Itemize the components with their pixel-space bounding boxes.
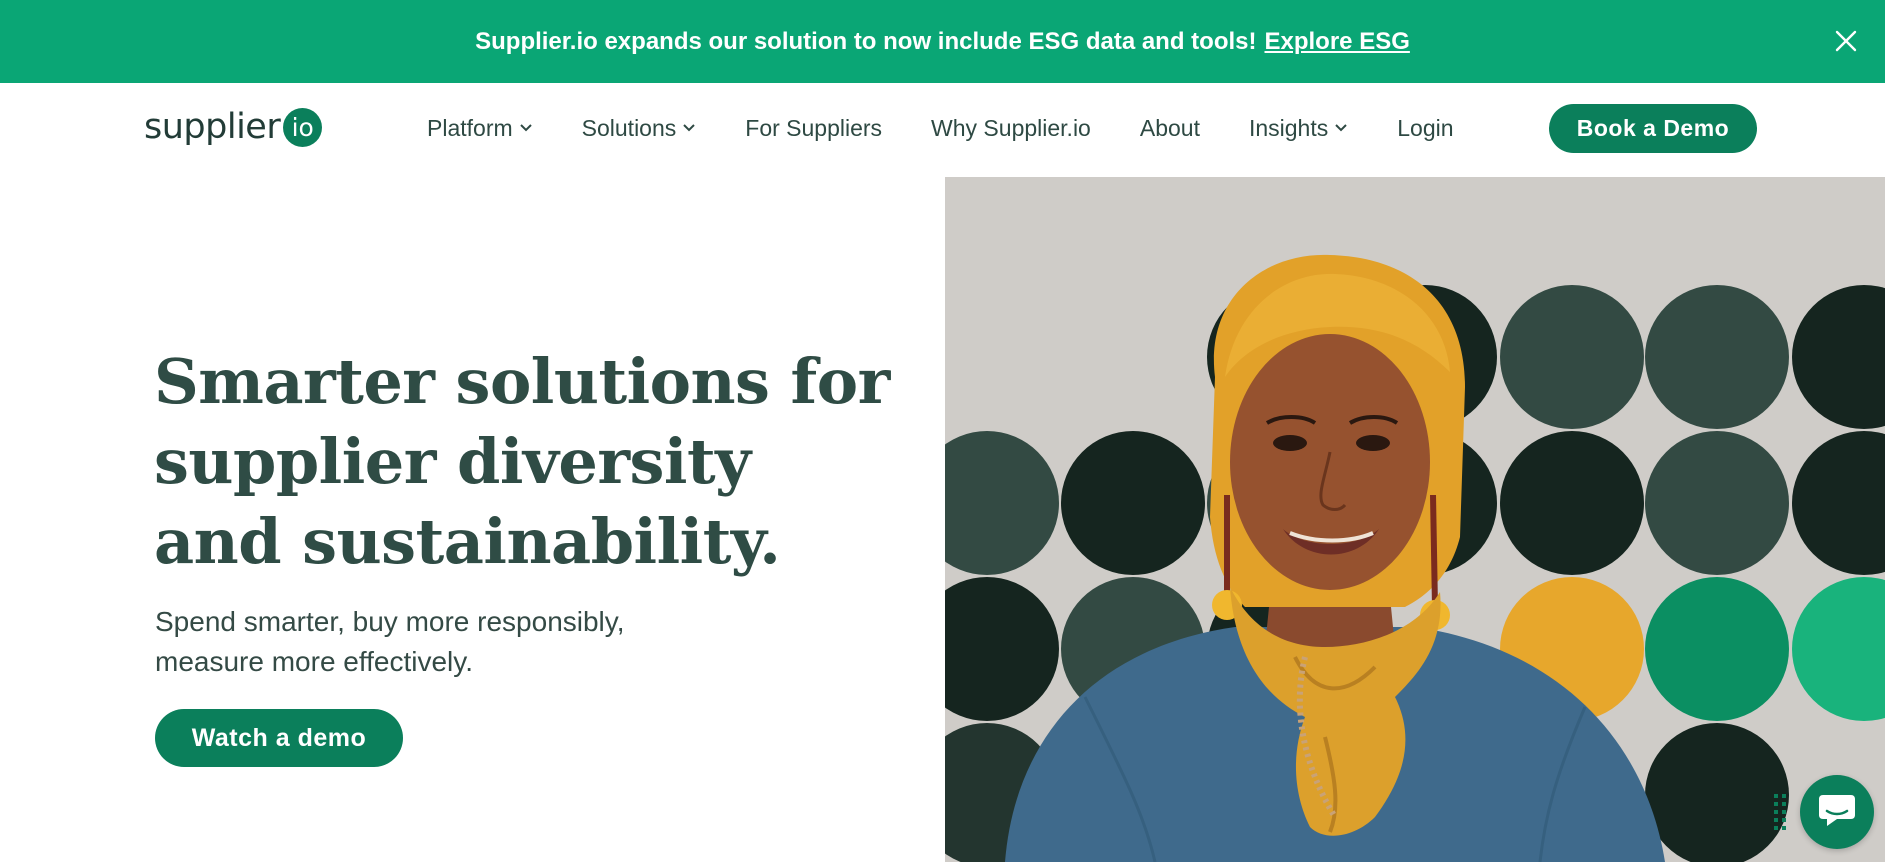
nav-item-insights[interactable]: Insights [1249, 115, 1348, 142]
close-icon[interactable] [1829, 24, 1863, 58]
hero-title-line: supplier diversity [154, 425, 751, 498]
hero-subtitle-line: Spend smarter, buy more responsibly, [155, 606, 625, 637]
main-nav: Platform Solutions For Suppliers Why Sup… [427, 103, 1503, 153]
nav-label: Insights [1248, 114, 1329, 141]
chat-bubble-icon [1817, 791, 1857, 834]
nav-item-why-supplier-io[interactable]: Why Supplier.io [931, 115, 1091, 142]
nav-item-solutions[interactable]: Solutions [582, 115, 697, 142]
chevron-down-icon [682, 123, 696, 133]
hero-title-line: Smarter solutions for [154, 345, 890, 418]
watch-a-demo-button[interactable]: Watch a demo [155, 709, 403, 767]
supplier-io-logo[interactable]: supplier io [144, 105, 323, 149]
book-a-demo-button[interactable]: Book a Demo [1549, 104, 1757, 153]
nav-item-platform[interactable]: Platform [427, 115, 533, 142]
nav-item-about[interactable]: About [1140, 115, 1200, 142]
hero-image [945, 177, 1885, 862]
page: Supplier.io expands our solution to now … [0, 0, 1885, 862]
nav-label: About [1139, 114, 1200, 141]
nav-item-login[interactable]: Login [1397, 115, 1453, 142]
chat-launcher-button[interactable] [1800, 775, 1874, 849]
nav-label: Solutions [581, 114, 677, 141]
logo-badge: io [283, 107, 323, 147]
nav-label: Login [1397, 114, 1454, 141]
hero-title-line: and sustainability. [154, 505, 781, 578]
nav-label: Platform [427, 114, 513, 141]
announcement-banner: Supplier.io expands our solution to now … [0, 0, 1885, 83]
hero-subtitle: Spend smarter, buy more responsibly, mea… [155, 602, 715, 682]
hero-title: Smarter solutions for supplier diversity… [154, 342, 914, 582]
nav-label: Why Supplier.io [931, 114, 1091, 141]
explore-esg-link[interactable]: Explore ESG [1265, 28, 1410, 56]
chat-drag-handle[interactable] [1772, 792, 1788, 832]
banner-message: Supplier.io expands our solution to now … [475, 27, 1257, 55]
hero-subtitle-line: measure more effectively. [155, 646, 473, 677]
chevron-down-icon [519, 123, 533, 133]
nav-label: For Suppliers [745, 114, 883, 141]
person-portrait-illustration [1005, 254, 1665, 862]
site-header: supplier io Platform Solutions For Suppl… [0, 83, 1885, 177]
nav-item-for-suppliers[interactable]: For Suppliers [745, 115, 882, 142]
logo-wordmark: supplier [144, 107, 281, 147]
chevron-down-icon [1334, 123, 1348, 133]
